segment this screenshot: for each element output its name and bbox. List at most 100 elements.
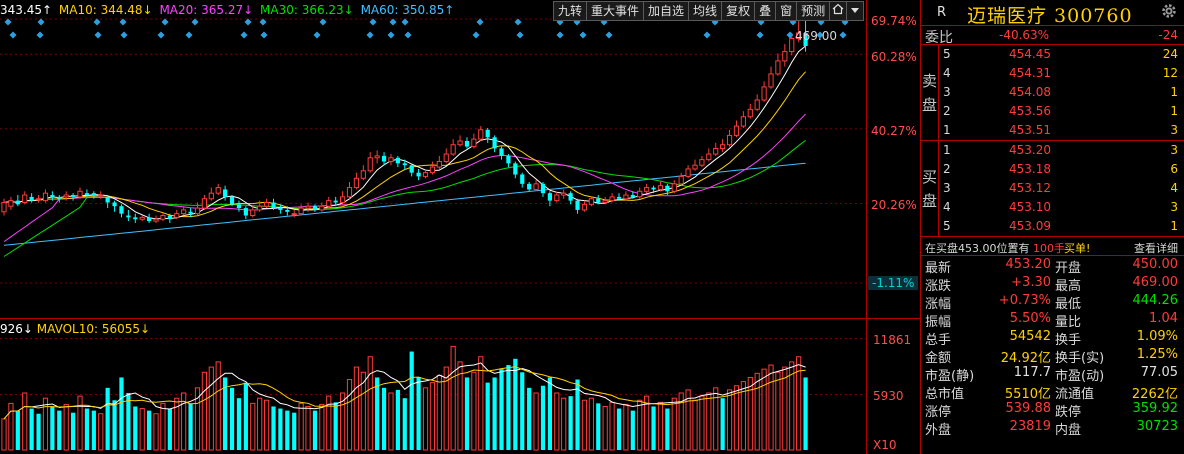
ask-row[interactable]: 5 454.45 24 [921, 45, 1184, 64]
high-price-marker: 469.00 [795, 29, 837, 43]
volume-bar [278, 408, 283, 450]
volume-bar [188, 403, 193, 450]
candle-body [71, 195, 76, 197]
bid-qty: 3 [1170, 143, 1178, 157]
gear-icon[interactable] [1160, 2, 1178, 20]
event-marker [191, 18, 199, 26]
volume-bar [346, 379, 353, 451]
candle-body [533, 183, 539, 190]
ask-row[interactable]: 3 454.08 1 [921, 83, 1184, 102]
bid-level: 2 [943, 162, 951, 176]
house-icon[interactable] [829, 1, 848, 21]
jiuzhuan-button[interactable]: 九转 [553, 1, 588, 21]
ask-qty: 3 [1170, 123, 1178, 137]
caret-down-icon[interactable] [846, 1, 865, 21]
candle-body [278, 208, 283, 210]
candle-body [740, 116, 746, 127]
candle-body [623, 194, 629, 200]
order-ratio-row: 委比 -40.63% -24 [921, 26, 1184, 46]
volume-bar [720, 398, 725, 450]
volume-bar [263, 399, 270, 451]
bid-row[interactable]: 2 453.18 6 [921, 160, 1184, 179]
candle-body [492, 137, 497, 149]
ask-row[interactable]: 4 454.31 12 [921, 64, 1184, 83]
ask-level: 5 [943, 47, 951, 61]
event-marker [516, 31, 524, 39]
event-marker [260, 31, 268, 39]
ma-legend: 343.45↑ MA10: 344.48↓ MA20: 365.27↓ MA30… [0, 3, 457, 19]
candle-body [609, 196, 615, 202]
quote-value: 117.7 [1013, 365, 1051, 380]
candle-body [422, 172, 429, 177]
quote-row: 涨跌 +3.30 最高 469.00 [921, 274, 1184, 294]
quote-row: 金额 24.92亿 换手(实) 1.25% [921, 346, 1184, 366]
major-events-button[interactable]: 重大事件 [586, 1, 645, 21]
adjust-price-button[interactable]: 复权 [721, 1, 756, 21]
candle-body [353, 177, 360, 189]
candle-body [513, 163, 518, 175]
kline-chart-area[interactable]: 343.45↑ MA10: 344.48↓ MA20: 365.27↓ MA30… [0, 0, 920, 454]
candle-body [84, 193, 90, 196]
window-button[interactable]: 窗 [775, 1, 798, 21]
event-marker [93, 18, 101, 26]
forecast-button[interactable]: 预测 [796, 1, 831, 21]
ask-level: 3 [943, 85, 951, 99]
candle-body [8, 200, 14, 207]
bid-qty: 1 [1170, 219, 1178, 233]
r-label[interactable]: R [937, 5, 946, 20]
volume-bar [651, 406, 656, 450]
candle-body [616, 196, 622, 199]
volume-bar [803, 377, 808, 450]
bid-row[interactable]: 1 453.20 3 [921, 141, 1184, 160]
candle-body [726, 134, 733, 146]
moving-average-button[interactable]: 均线 [688, 1, 723, 21]
volume-scale-unit: X10 [873, 438, 897, 452]
volume-bar [292, 412, 297, 450]
bid-row[interactable]: 5 453.09 1 [921, 217, 1184, 236]
ask-row[interactable]: 1 453.51 3 [921, 121, 1184, 140]
volume-bar [105, 387, 110, 450]
quote-value: 54542 [1009, 329, 1051, 344]
volume-bar [464, 377, 470, 450]
event-marker [313, 31, 321, 39]
volume-bar [77, 395, 83, 451]
add-watchlist-button[interactable]: 加自选 [643, 1, 690, 21]
event-marker [556, 31, 564, 39]
notice-text: 在买盘453.00位置有 [925, 242, 1030, 255]
volume-bar [506, 365, 511, 450]
view-details-link[interactable]: 查看详细 [1134, 240, 1178, 256]
candle-body [754, 99, 760, 110]
volume-bar [119, 377, 124, 450]
volume-bar [409, 351, 414, 450]
order-diff-value: -24 [1158, 28, 1178, 42]
quote-row: 涨幅 +0.73% 最低 444.26 [921, 292, 1184, 312]
candle-body [271, 202, 276, 209]
ma20-value: MA20: 365.27↓ [159, 3, 254, 17]
ask-row[interactable]: 2 453.56 1 [921, 102, 1184, 121]
bid-row[interactable]: 3 453.12 4 [921, 179, 1184, 198]
candle-body [333, 200, 338, 203]
volume-bar [63, 403, 69, 451]
ma20-line [3, 113, 806, 243]
candle-body [112, 202, 117, 207]
candle-body [105, 196, 110, 203]
price-scale-bottom: -1.11% [868, 276, 919, 290]
volume-bar [429, 382, 436, 451]
volume-bar [42, 397, 49, 451]
candle-body [409, 165, 414, 173]
bid-row[interactable]: 4 453.10 3 [921, 198, 1184, 217]
candle-body [443, 153, 449, 162]
bid-price: 453.09 [1009, 219, 1051, 233]
volume-bar [527, 387, 532, 450]
ask-price: 454.45 [1009, 47, 1051, 61]
ask-qty: 1 [1170, 104, 1178, 118]
quote-row: 振幅 5.50% 量比 1.04 [921, 310, 1184, 330]
kline-chart[interactable] [0, 0, 920, 454]
volume-bar [457, 361, 463, 451]
volume-bar [298, 402, 304, 451]
volume-bar [160, 402, 166, 451]
candle-body [429, 166, 436, 174]
event-marker [161, 18, 169, 26]
volume-bar [637, 399, 643, 451]
overlay-button[interactable]: 叠 [754, 1, 777, 21]
